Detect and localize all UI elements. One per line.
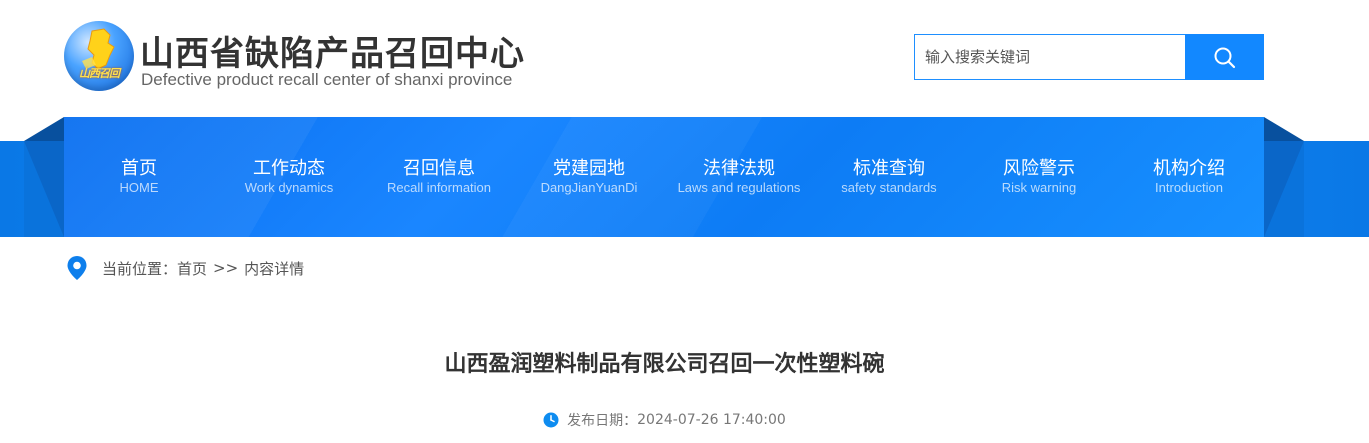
breadcrumb: 当前位置： 首页 >> 内容详情	[66, 255, 304, 281]
nav-item-label: 风险警示	[1003, 158, 1075, 179]
nav-item-label: 召回信息	[403, 158, 475, 179]
publish-date-value: 2024-07-26 17:40:00	[637, 412, 786, 428]
nav-item-sublabel: DangJianYuanDi	[540, 180, 638, 195]
nav-item-sublabel: Laws and regulations	[677, 180, 801, 195]
nav-item-sublabel: Recall information	[386, 180, 492, 195]
nav-item-label: 标准查询	[853, 158, 925, 179]
nav-item-label: 法律法规	[703, 158, 775, 179]
site-header: 山西召回 山西省缺陷产品召回中心 Defective product recal…	[0, 0, 1369, 117]
nav-item-home[interactable]: 首页 HOME	[64, 117, 214, 237]
nav-item-sublabel: Work dynamics	[244, 180, 334, 195]
publish-info: 发布日期： 2024-07-26 17:40:00	[0, 410, 1329, 430]
nav-item-label: 工作动态	[253, 158, 325, 179]
nav-item-risk-warning[interactable]: 风险警示 Risk warning	[964, 117, 1114, 237]
nav-wing-right	[1264, 117, 1304, 237]
nav-wing-left	[24, 117, 64, 237]
site-title[interactable]: 山西省缺陷产品召回中心	[140, 26, 525, 75]
breadcrumb-home-link[interactable]: 首页	[177, 258, 207, 279]
article-title: 山西盈润塑料制品有限公司召回一次性塑料碗	[444, 352, 885, 377]
nav-item-label: 首页	[121, 158, 157, 179]
nav-item-recall-information[interactable]: 召回信息 Recall information	[364, 117, 514, 237]
nav-item-party-building[interactable]: 党建园地 DangJianYuanDi	[514, 117, 664, 237]
nav-item-work-dynamics[interactable]: 工作动态 Work dynamics	[214, 117, 364, 237]
clock-icon	[543, 412, 559, 428]
nav-item-laws-regulations[interactable]: 法律法规 Laws and regulations	[664, 117, 814, 237]
search-icon	[1214, 47, 1236, 69]
search-input[interactable]	[914, 34, 1186, 80]
nav-item-sublabel: safety standards	[841, 180, 937, 195]
location-pin-icon	[67, 256, 87, 280]
search-button[interactable]	[1185, 34, 1264, 80]
nav-item-sublabel: Risk warning	[1001, 180, 1077, 195]
logo-icon[interactable]: 山西召回	[64, 21, 134, 91]
site-subtitle: Defective product recall center of shanx…	[141, 70, 513, 89]
publish-date-label: 发布日期：	[567, 413, 638, 429]
breadcrumb-separator: >>	[213, 259, 239, 277]
breadcrumb-label: 当前位置：	[102, 259, 178, 278]
nav-item-introduction[interactable]: 机构介绍 Introduction	[1114, 117, 1264, 237]
nav-item-label: 机构介绍	[1153, 158, 1225, 179]
nav-item-sublabel: HOME	[119, 180, 159, 195]
breadcrumb-current: 内容详情	[244, 259, 305, 278]
nav-item-safety-standards[interactable]: 标准查询 safety standards	[814, 117, 964, 237]
nav-item-label: 党建园地	[553, 158, 625, 179]
main-navigation: 首页 HOME 工作动态 Work dynamics 召回信息 Recall i…	[64, 117, 1264, 237]
logo-text: 山西召回	[79, 67, 120, 80]
nav-item-sublabel: Introduction	[1155, 180, 1223, 195]
page: 山西召回 山西省缺陷产品召回中心 Defective product recal…	[0, 0, 1369, 443]
